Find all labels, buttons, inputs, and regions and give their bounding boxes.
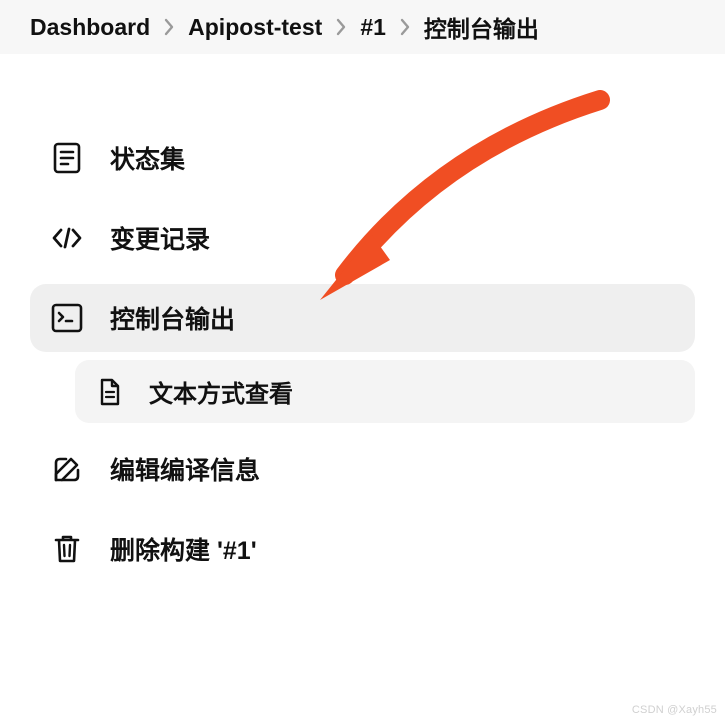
breadcrumb-item-build[interactable]: #1 <box>360 14 386 41</box>
document-list-icon <box>50 141 84 175</box>
file-text-icon <box>95 377 125 407</box>
sidebar-menu: 状态集 变更记录 控制台输出 <box>0 54 725 583</box>
chevron-right-icon <box>336 18 346 36</box>
submenu-label: 文本方式查看 <box>149 374 293 409</box>
breadcrumb-item-project[interactable]: Apipost-test <box>188 14 322 41</box>
menu-item-status[interactable]: 状态集 <box>30 124 695 192</box>
breadcrumb-item-current: 控制台输出 <box>424 10 539 44</box>
menu-item-console-output[interactable]: 控制台输出 <box>30 284 695 352</box>
breadcrumb: Dashboard Apipost-test #1 控制台输出 <box>0 0 725 54</box>
menu-label: 删除构建 '#1' <box>110 531 257 567</box>
menu-label: 状态集 <box>110 140 185 176</box>
chevron-right-icon <box>164 18 174 36</box>
chevron-right-icon <box>400 18 410 36</box>
trash-icon <box>50 532 84 566</box>
edit-icon <box>50 452 84 486</box>
submenu: 文本方式查看 <box>30 360 695 423</box>
terminal-icon <box>50 301 84 335</box>
watermark: CSDN @Xayh55 <box>632 704 717 716</box>
code-icon <box>50 221 84 255</box>
menu-item-delete-build[interactable]: 删除构建 '#1' <box>30 515 695 583</box>
submenu-item-text-view[interactable]: 文本方式查看 <box>75 360 695 423</box>
menu-item-edit-build[interactable]: 编辑编译信息 <box>30 435 695 503</box>
menu-label: 编辑编译信息 <box>110 451 260 487</box>
menu-label: 控制台输出 <box>110 300 235 336</box>
menu-label: 变更记录 <box>110 220 210 256</box>
menu-item-changes[interactable]: 变更记录 <box>30 204 695 272</box>
breadcrumb-item-dashboard[interactable]: Dashboard <box>30 14 150 41</box>
